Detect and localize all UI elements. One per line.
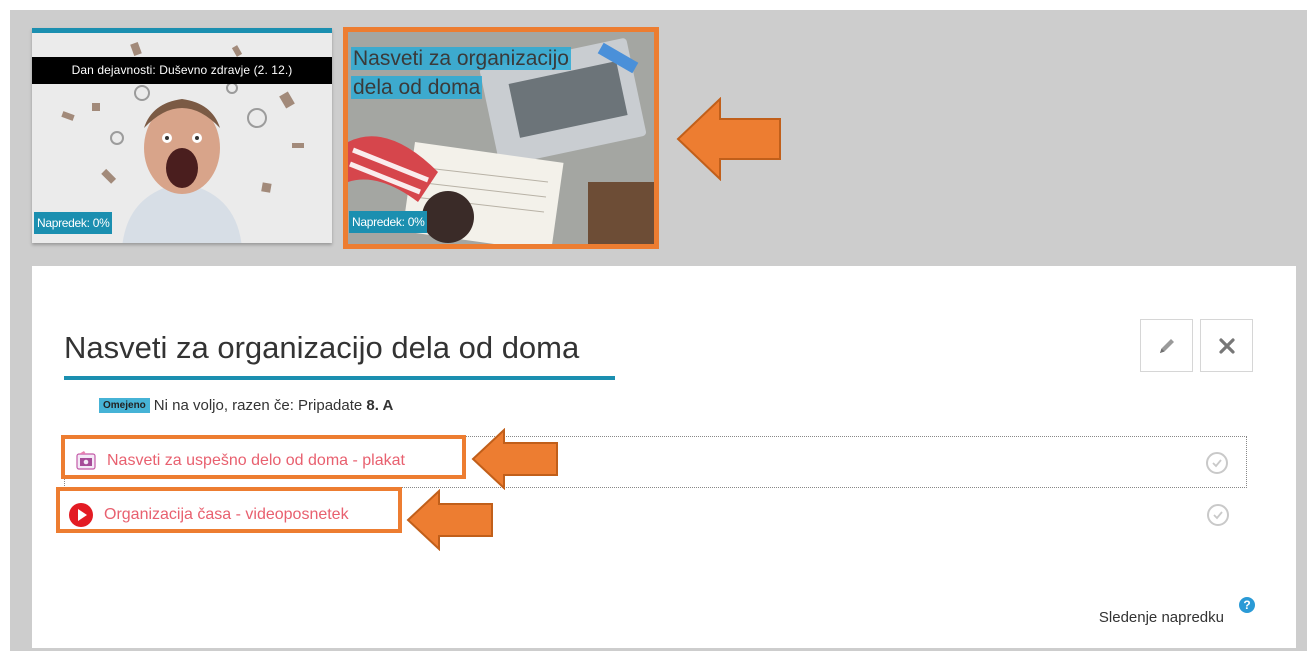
section-title: Nasveti za organizacijo dela od doma bbox=[64, 330, 580, 365]
close-icon bbox=[1218, 337, 1235, 354]
check-icon bbox=[1213, 511, 1223, 520]
progress-badge: Napredek: 0% bbox=[349, 211, 428, 233]
completion-checkbox[interactable] bbox=[1206, 452, 1228, 474]
activity-row-plakat: Nasveti za uspešno delo od doma - plakat bbox=[64, 436, 1247, 488]
activity-row-video: Organizacija časa - videoposnetek bbox=[64, 488, 1247, 540]
restricted-badge: Omejeno bbox=[99, 398, 150, 413]
help-icon[interactable]: ? bbox=[1239, 597, 1255, 613]
tile-title: Dan dejavnosti: Duševno zdravje (2. 12.) bbox=[32, 57, 332, 84]
activity-link-plakat[interactable]: Nasveti za uspešno delo od doma - plakat bbox=[75, 450, 405, 472]
restriction-info: Omejeno Ni na voljo, razen če: Pripadate … bbox=[99, 397, 393, 414]
title-underline bbox=[64, 376, 615, 380]
activity-link-video[interactable]: Organizacija časa - videoposnetek bbox=[68, 502, 349, 528]
activity-label: Nasveti za uspešno delo od doma - plakat bbox=[107, 452, 405, 469]
completion-checkbox[interactable] bbox=[1207, 504, 1229, 526]
activity-label: Organizacija časa - videoposnetek bbox=[104, 506, 349, 523]
highlight-arrow-icon bbox=[471, 428, 558, 490]
pencil-icon bbox=[1159, 338, 1174, 353]
video-play-icon bbox=[69, 503, 93, 527]
tile-title: Nasveti za organizacijo dela od doma bbox=[351, 47, 571, 99]
progress-badge: Napredek: 0% bbox=[34, 212, 113, 234]
highlight-arrow-icon bbox=[406, 489, 493, 551]
section-card: Nasveti za organizacijo dela od doma Ome… bbox=[32, 266, 1296, 648]
highlight-arrow-icon bbox=[676, 97, 781, 181]
restriction-group: 8. A bbox=[366, 397, 394, 414]
poster-image-icon bbox=[76, 451, 96, 470]
progress-tracking-label: Sledenje napredku bbox=[1098, 609, 1224, 626]
course-tile-dusevno-zdravje[interactable]: Dan dejavnosti: Duševno zdravje (2. 12.)… bbox=[32, 28, 332, 243]
course-tile-nasveti[interactable]: Nasveti za organizacijo dela od doma Nap… bbox=[343, 27, 659, 249]
edit-button[interactable] bbox=[1140, 319, 1193, 372]
close-button[interactable] bbox=[1200, 319, 1253, 372]
check-icon bbox=[1212, 459, 1222, 468]
restriction-text: Ni na voljo, razen če: Pripadate bbox=[153, 397, 363, 414]
